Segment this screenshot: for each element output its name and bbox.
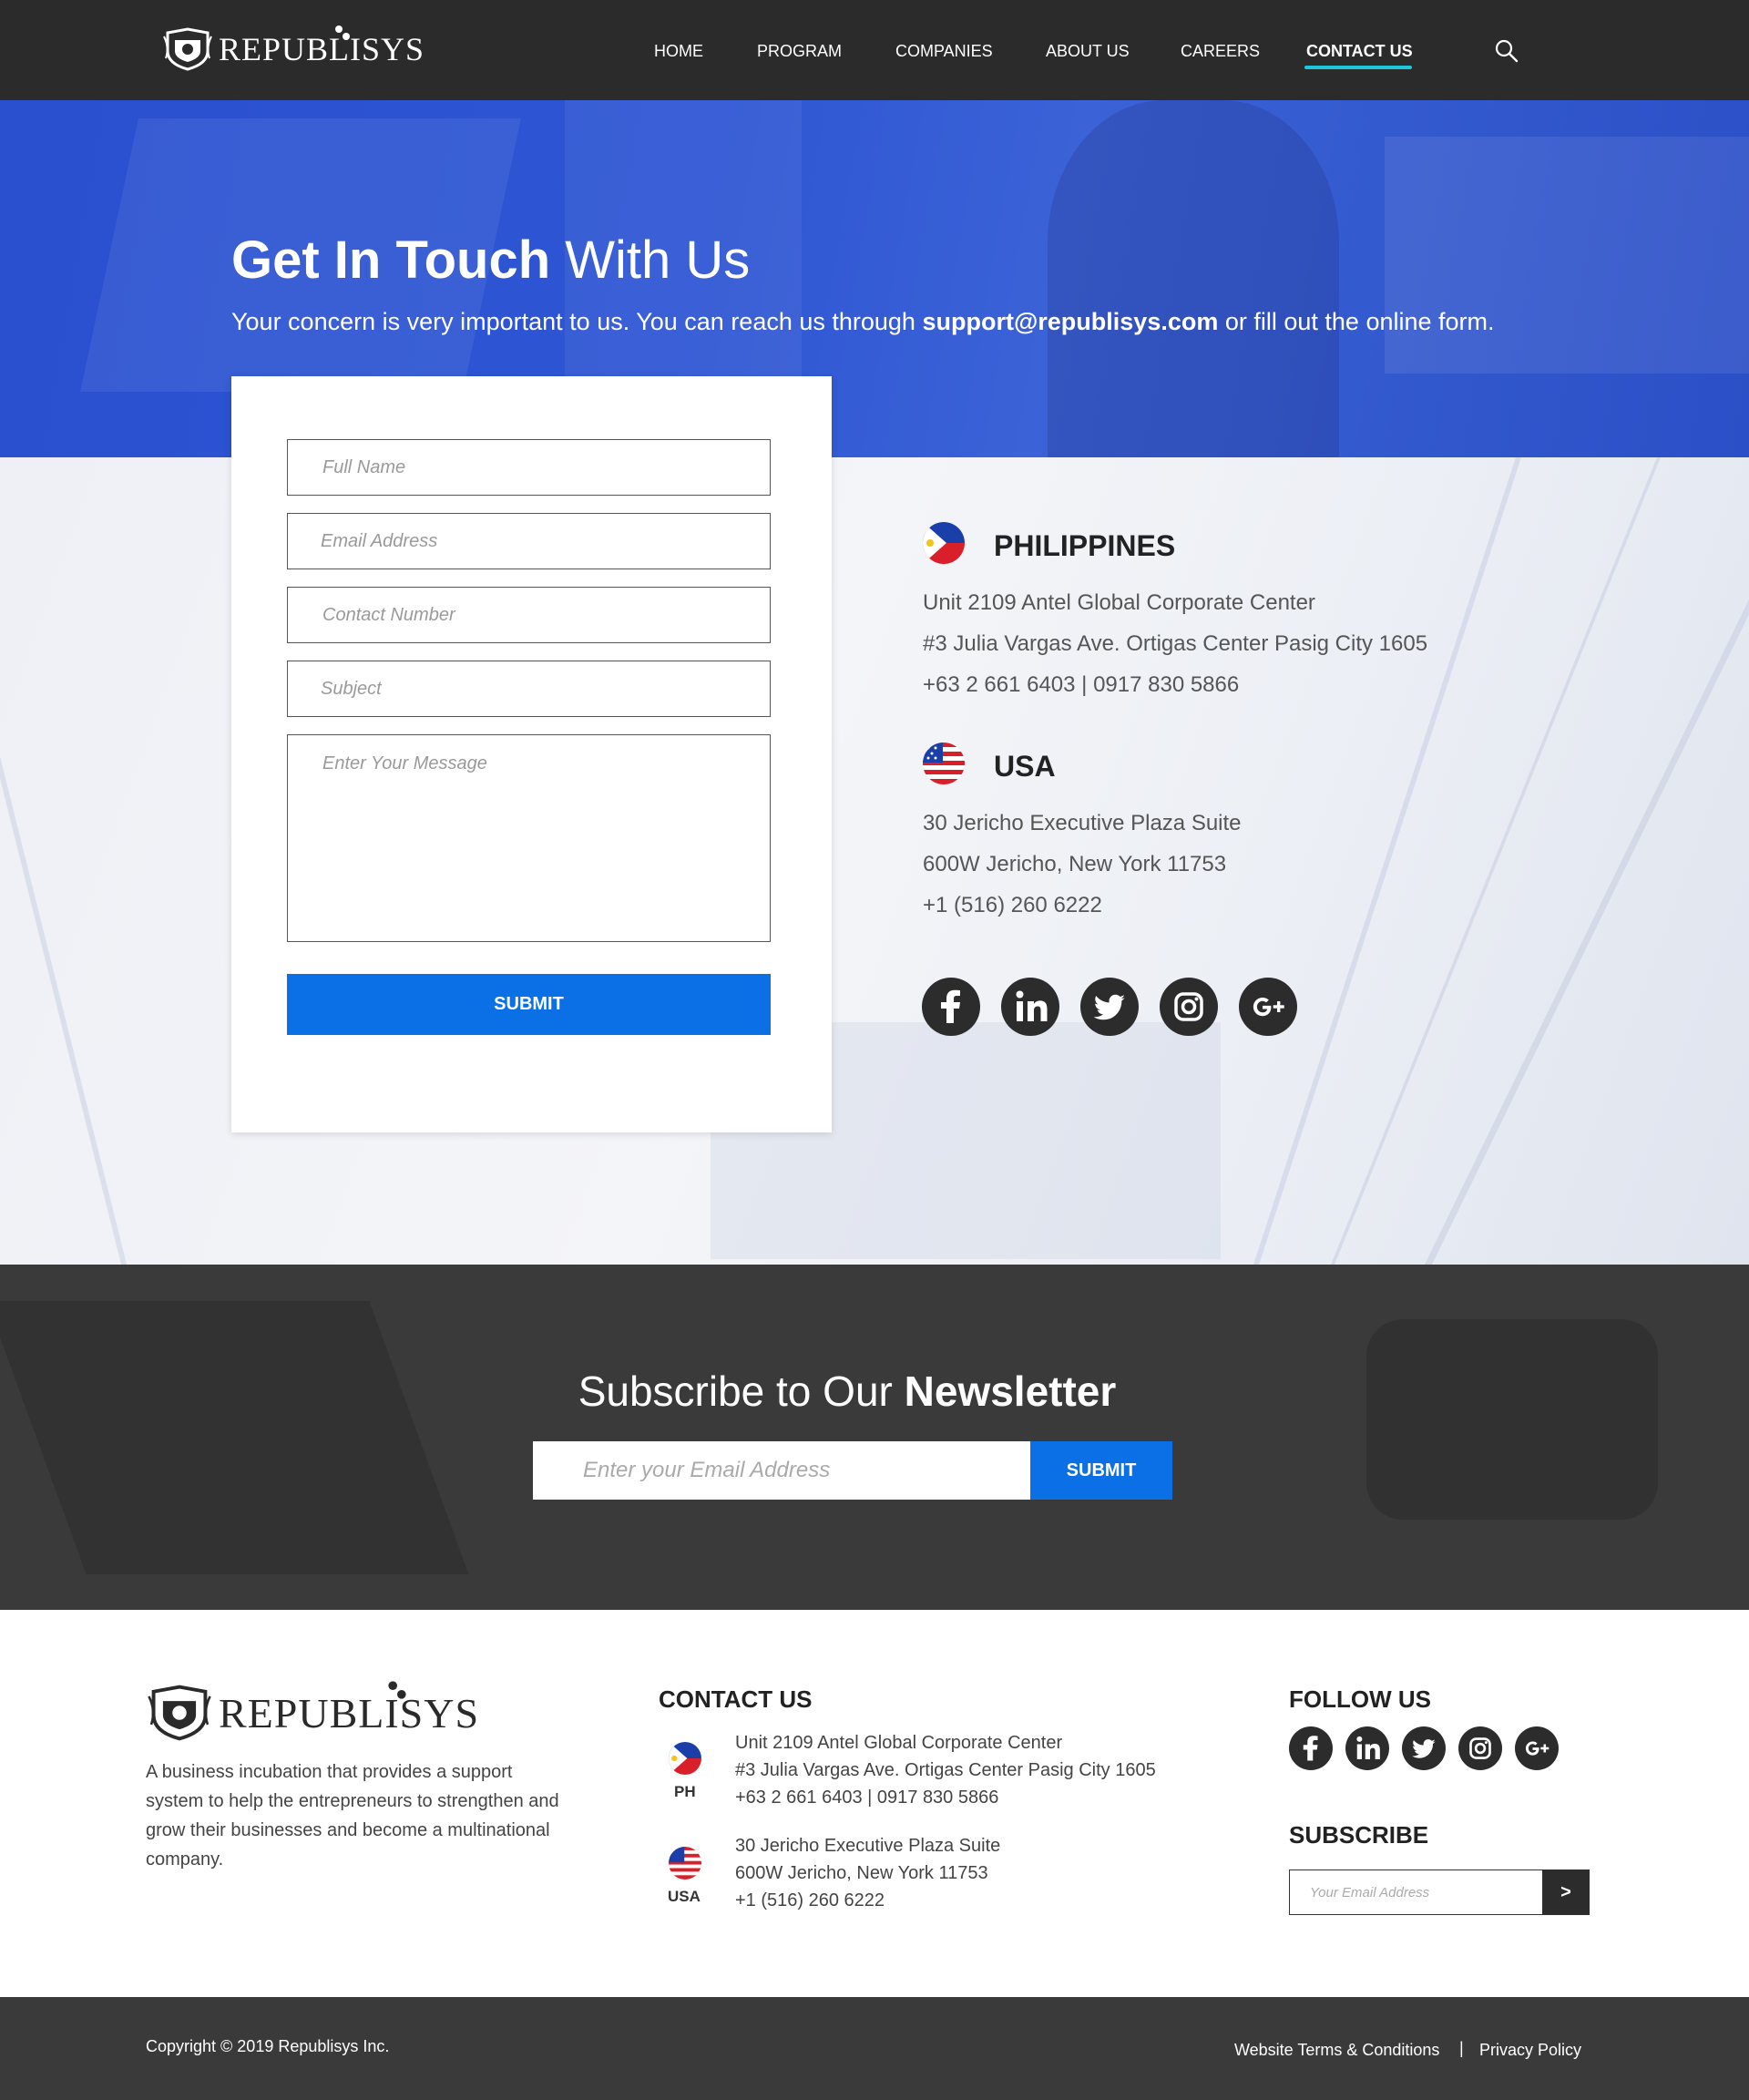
subtitle-text: Your concern is very important to us. Yo… (231, 308, 915, 335)
page-title-light: With Us (565, 230, 751, 290)
crest-icon (148, 1685, 211, 1741)
footer-phone: +63 2 661 6403 | 0917 830 5866 (735, 1788, 999, 1808)
footer-country-code: USA (668, 1888, 701, 1905)
usa-flag-icon (669, 1847, 701, 1880)
newsletter-submit-button[interactable]: SUBMIT (1030, 1441, 1172, 1500)
nav-about-us[interactable]: ABOUT US (1046, 42, 1130, 61)
footer-subscribe-heading: SUBSCRIBE (1289, 1821, 1429, 1849)
full-name-input[interactable] (287, 439, 771, 496)
contact-submit-button[interactable]: SUBMIT (287, 974, 771, 1035)
nav-careers[interactable]: CAREERS (1181, 42, 1260, 61)
office-phone: +1 (516) 260 6222 (923, 893, 1102, 917)
footer-country-code: PH (674, 1783, 696, 1800)
usa-flag-icon (923, 743, 965, 784)
contact-form: SUBMIT (231, 376, 832, 1132)
office-phone: +63 2 661 6403 | 0917 830 5866 (923, 672, 1240, 697)
facebook-icon[interactable] (1289, 1726, 1333, 1770)
page-subtitle: Your concern is very important to us. Yo… (231, 308, 1495, 336)
legal-separator: | (1459, 2039, 1464, 2057)
bottom-bar: Copyright © 2019 Republisys Inc. Website… (0, 1997, 1749, 2100)
contact-number-input[interactable] (287, 587, 771, 643)
newsletter-email-input[interactable] (533, 1441, 1030, 1500)
footer-about-text: A business incubation that provides a su… (146, 1762, 559, 1870)
nav-contact-us[interactable]: CONTACT US (1306, 42, 1413, 61)
footer-subscribe-button[interactable]: > (1542, 1870, 1590, 1915)
privacy-policy-link[interactable]: Privacy Policy (1479, 2041, 1581, 2060)
site-logo[interactable]: REPUBLISYS (162, 26, 425, 71)
footer-address-line: #3 Julia Vargas Ave. Ortigas Center Pasi… (735, 1760, 1156, 1780)
logo-text: REPUBLISYS (219, 31, 425, 67)
newsletter-title-bold: Newsletter (904, 1368, 1117, 1415)
logo-dots-icon (335, 26, 350, 40)
newsletter-background-laptop (0, 1301, 469, 1574)
footer-phone: +1 (516) 260 6222 (735, 1890, 885, 1910)
office-address-line: #3 Julia Vargas Ave. Ortigas Center Pasi… (923, 631, 1428, 656)
footer-address-line: 600W Jericho, New York 11753 (735, 1863, 988, 1883)
philippines-flag-icon (923, 522, 965, 564)
google-plus-icon[interactable] (1515, 1726, 1559, 1770)
footer-subscribe-input[interactable] (1289, 1870, 1542, 1915)
instagram-icon[interactable] (1458, 1726, 1502, 1770)
background-building-line (1424, 457, 1749, 1265)
office-name: USA (994, 750, 1056, 783)
linkedin-icon[interactable] (1345, 1726, 1389, 1770)
page-title-bold: Get In Touch (231, 230, 551, 290)
terms-link[interactable]: Website Terms & Conditions (1234, 2041, 1439, 2060)
linkedin-icon[interactable] (1001, 978, 1059, 1036)
footer-address-line: Unit 2109 Antel Global Corporate Center (735, 1733, 1063, 1753)
footer-logo-text: REPUBLISYS (219, 1689, 480, 1736)
footer-follow-heading: FOLLOW US (1289, 1685, 1431, 1713)
hero-background-figure (1048, 100, 1339, 457)
philippines-flag-icon (669, 1742, 701, 1775)
subtitle-text-end: or fill out the online form. (1224, 308, 1495, 335)
nav-companies[interactable]: COMPANIES (895, 42, 993, 61)
twitter-icon[interactable] (1080, 978, 1139, 1036)
copyright-text: Copyright © 2019 Republisys Inc. (146, 2037, 390, 2055)
hero-background-shape (1385, 137, 1749, 374)
background-building-line (0, 731, 128, 1265)
newsletter-title-light: Subscribe to Our (578, 1368, 893, 1415)
active-nav-indicator (1304, 66, 1412, 69)
search-icon[interactable] (1494, 38, 1519, 64)
crest-icon (163, 27, 212, 71)
twitter-icon[interactable] (1402, 1726, 1446, 1770)
top-navigation-bar: REPUBLISYS HOME PROGRAM COMPANIES ABOUT … (0, 0, 1749, 100)
email-input[interactable] (287, 513, 771, 569)
newsletter-background-phone (1366, 1319, 1658, 1520)
footer-address-line: 30 Jericho Executive Plaza Suite (735, 1836, 1001, 1856)
office-address-line: 30 Jericho Executive Plaza Suite (923, 811, 1242, 835)
site-footer: REPUBLISYS A business incubation that pr… (0, 1610, 1749, 1997)
instagram-icon[interactable] (1160, 978, 1218, 1036)
background-building-line (1253, 457, 1521, 1265)
support-email-link[interactable]: support@republisys.com (922, 308, 1218, 335)
newsletter-title: Subscribe to Our Newsletter (0, 1367, 1694, 1416)
office-address-line: 600W Jericho, New York 11753 (923, 852, 1227, 876)
page-title: Get In Touch With Us (231, 230, 750, 291)
footer-contact-heading: CONTACT US (659, 1685, 813, 1713)
nav-home[interactable]: HOME (654, 42, 703, 61)
facebook-icon[interactable] (922, 978, 980, 1036)
message-textarea[interactable] (287, 734, 771, 942)
nav-program[interactable]: PROGRAM (757, 42, 842, 61)
logo-dots-icon (388, 1681, 406, 1699)
office-address-line: Unit 2109 Antel Global Corporate Center (923, 590, 1315, 615)
subject-input[interactable] (287, 661, 771, 717)
office-name: PHILIPPINES (994, 529, 1176, 562)
google-plus-icon[interactable] (1239, 978, 1297, 1036)
footer-logo[interactable]: REPUBLISYS (146, 1681, 480, 1741)
background-building-line (1331, 457, 1661, 1265)
newsletter-section: Subscribe to Our Newsletter SUBMIT (0, 1265, 1749, 1610)
